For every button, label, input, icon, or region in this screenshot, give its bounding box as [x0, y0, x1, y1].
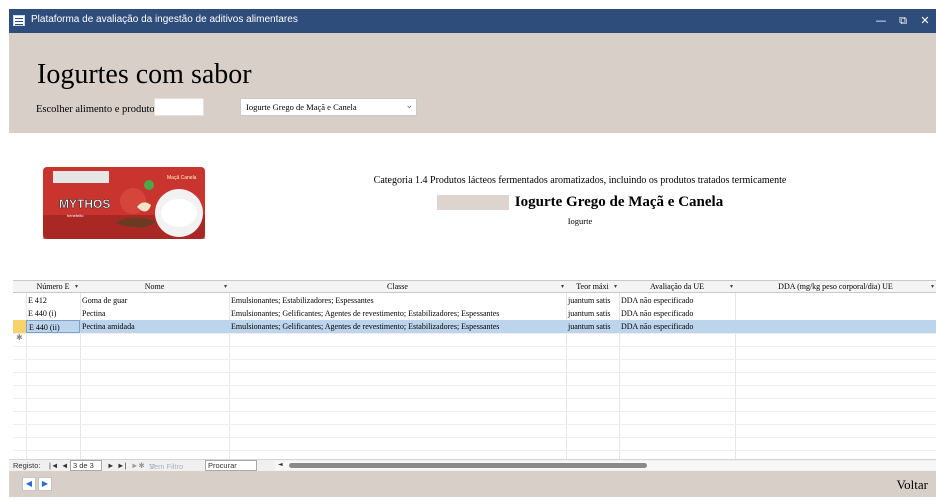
cell-avaliacao[interactable]: DDA não especificado: [619, 307, 735, 320]
scroll-left-icon[interactable]: ◄: [278, 461, 283, 468]
scrollbar-thumb[interactable]: [289, 463, 647, 468]
additives-datasheet[interactable]: Número E ▾ Nome ▾ Classe ▾ Teor máxi ▾ Avali…: [13, 280, 936, 460]
cell-teor[interactable]: juantum satis: [566, 294, 619, 307]
row-selector[interactable]: [13, 307, 26, 320]
next-page-button[interactable]: ▶: [38, 477, 52, 491]
row-selector[interactable]: [13, 294, 26, 307]
window-titlebar: Plataforma de avaliação da ingestão de a…: [9, 9, 936, 33]
restore-button[interactable]: ⧉: [893, 12, 913, 29]
table-row-selected[interactable]: E 440 (ii) Pectina amidada Emulsionantes…: [13, 320, 936, 333]
app-form-icon: [13, 15, 25, 26]
new-record-icon: ✱: [16, 333, 23, 342]
horizontal-scrollbar[interactable]: ◄: [275, 461, 936, 470]
column-header-nome[interactable]: Nome ▾: [80, 281, 229, 293]
search-input[interactable]: Procurar: [205, 460, 257, 471]
datasheet-header: Número E ▾ Nome ▾ Classe ▾ Teor máxi ▾ Avali…: [13, 281, 936, 293]
last-record-button[interactable]: ►|: [117, 461, 126, 470]
cell-numero[interactable]: E 440 (ii): [26, 320, 80, 333]
voltar-button[interactable]: Voltar: [896, 477, 928, 493]
cell-nome[interactable]: Pectina: [80, 307, 229, 320]
form-footer: ◀ ▶ Voltar: [9, 471, 936, 497]
cell-numero[interactable]: E 412: [26, 294, 80, 307]
product-select[interactable]: Iogurte Grego de Maçã e Canela ⌄: [240, 98, 417, 116]
image-brand-text: MYTHOS: [59, 197, 110, 211]
new-record-row[interactable]: ✱: [13, 333, 936, 346]
cell-dda[interactable]: [735, 320, 936, 333]
current-row-selector[interactable]: [13, 320, 26, 333]
sort-dropdown-icon[interactable]: ▾: [730, 281, 733, 293]
page-title: Iogurtes com sabor: [37, 59, 252, 90]
first-record-button[interactable]: |◄: [49, 461, 58, 470]
table-row[interactable]: E 440 (i) Pectina Emulsionantes; Gelific…: [13, 307, 936, 320]
filter-label: Escolher alimento e produto: [36, 104, 155, 115]
cell-classe[interactable]: Emulsionantes; Estabilizadores; Espessan…: [229, 294, 566, 307]
next-record-button[interactable]: ►: [107, 461, 114, 470]
cell-dda[interactable]: [735, 294, 936, 307]
column-header-classe[interactable]: Classe ▾: [229, 281, 566, 293]
chevron-down-icon[interactable]: ⌄: [405, 101, 413, 111]
product-name-prefix-box: [436, 194, 509, 210]
product-name-row: Iogurte Grego de Maçã e Canela: [230, 193, 930, 211]
minimize-button[interactable]: —: [871, 12, 891, 29]
cell-nome[interactable]: Pectina amidada: [80, 320, 229, 333]
cell-avaliacao[interactable]: DDA não especificado: [619, 320, 735, 333]
cell-teor[interactable]: juantum satis: [566, 307, 619, 320]
sort-dropdown-icon[interactable]: ▾: [75, 281, 78, 293]
cell-teor[interactable]: juantum satis: [566, 320, 619, 333]
cell-classe[interactable]: Emulsionantes; Gelificantes; Agentes de …: [229, 320, 566, 333]
cell-classe[interactable]: Emulsionantes; Gelificantes; Agentes de …: [229, 307, 566, 320]
record-label: Registo:: [13, 461, 41, 470]
image-sub-text: benefeito: [67, 213, 84, 218]
subcategory-text: Iogurte: [567, 216, 593, 226]
column-header-teor[interactable]: Teor máxi ▾: [566, 281, 619, 293]
previous-page-button[interactable]: ◀: [22, 477, 36, 491]
column-header-dda[interactable]: DDA (mg/kg peso corporal/dia) UE ▾: [735, 281, 936, 293]
cell-nome[interactable]: Goma de guar: [80, 294, 229, 307]
bottom-edge: [0, 497, 936, 501]
cell-dda[interactable]: [735, 307, 936, 320]
product-select-value: Iogurte Grego de Maçã e Canela: [246, 102, 357, 112]
sort-dropdown-icon[interactable]: ▾: [561, 281, 564, 293]
close-button[interactable]: ✕: [915, 12, 935, 29]
record-navigation-bar: Registo: |◄ ◄ 3 de 3 ► ►| ►✱ ⛛ Sem Filtr…: [9, 459, 936, 471]
sort-dropdown-icon[interactable]: ▾: [931, 281, 934, 293]
product-name: Iogurte Grego de Maçã e Canela: [514, 193, 724, 210]
product-image: MYTHOS Maçã Canela benefeito: [41, 165, 207, 241]
form-header: Iogurtes com sabor Escolher alimento e p…: [9, 33, 936, 133]
cell-avaliacao[interactable]: DDA não especificado: [619, 294, 735, 307]
table-row[interactable]: E 412 Goma de guar Emulsionantes; Estabi…: [13, 294, 936, 307]
food-filter-input[interactable]: [154, 98, 204, 116]
cell-numero[interactable]: E 440 (i): [26, 307, 80, 320]
sort-dropdown-icon[interactable]: ▾: [614, 281, 617, 293]
column-header-numero[interactable]: Número E ▾: [26, 281, 80, 293]
category-text: Categoria 1.4 Produtos lácteos fermentad…: [373, 175, 787, 186]
column-header-avaliacao[interactable]: Avaliação da UE ▾: [619, 281, 735, 293]
image-flavor-text: Maçã Canela: [167, 175, 197, 181]
window-title: Plataforma de avaliação da ingestão de a…: [31, 14, 298, 25]
current-record-field[interactable]: 3 de 3: [70, 460, 102, 471]
previous-record-button[interactable]: ◄: [61, 461, 68, 470]
new-record-button[interactable]: ►✱: [131, 461, 145, 470]
sort-dropdown-icon[interactable]: ▾: [224, 281, 227, 293]
